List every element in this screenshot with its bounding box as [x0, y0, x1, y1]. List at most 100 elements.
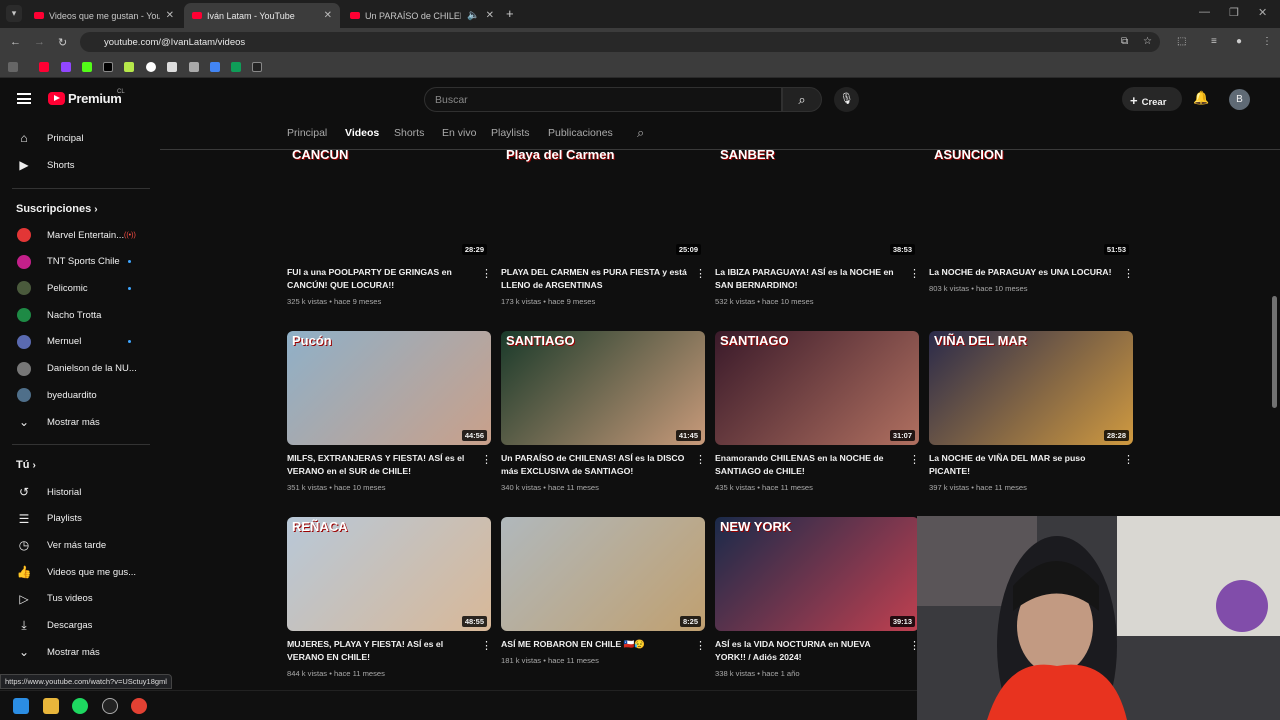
bookmark-docs-icon[interactable]	[210, 62, 220, 72]
video-title[interactable]: MILFS, EXTRANJERAS Y FIESTA! ASÍ es el V…	[287, 452, 473, 478]
you-heading[interactable]: Tú ›	[16, 459, 36, 471]
bookmark-kick-icon[interactable]	[82, 62, 92, 72]
bookmark-google-icon[interactable]	[146, 62, 156, 72]
video-thumbnail[interactable]: Pucón 44:56	[287, 331, 491, 445]
video-title[interactable]: ASÍ ME ROBARON EN CHILE 🇨🇱😥	[501, 638, 687, 651]
bookmark-x-icon[interactable]	[103, 62, 113, 72]
obs-icon[interactable]	[102, 698, 118, 714]
windows-start-icon[interactable]	[13, 698, 29, 714]
sidebar-item-subscription[interactable]: Mernuel	[0, 329, 160, 355]
close-tab-icon[interactable]: ✕	[324, 10, 332, 21]
video-thumbnail[interactable]: ASUNCION 51:53	[929, 150, 1133, 259]
sidebar-item-shorts[interactable]: ▶ Shorts	[0, 152, 160, 178]
video-thumbnail[interactable]: 8:25	[501, 517, 705, 631]
video-title[interactable]: MUJERES, PLAYA Y FIESTA! ASÍ es el VERAN…	[287, 638, 473, 664]
sidebar-item-history[interactable]: ↺ Historial	[0, 479, 160, 505]
bookmark-tiktok-icon[interactable]	[252, 62, 262, 72]
menu-icon[interactable]	[17, 93, 31, 104]
channel-search-icon[interactable]: ⌕	[637, 125, 644, 141]
more-actions-icon[interactable]: ⋮	[695, 453, 706, 466]
video-title[interactable]: ASÍ es la VIDA NOCTURNA en NUEVA YORK!! …	[715, 638, 901, 664]
subscriptions-heading[interactable]: Suscripciones ›	[16, 203, 98, 215]
video-title[interactable]: FUI a una POOLPARTY DE GRINGAS en CANCÚN…	[287, 266, 473, 292]
bookmark-sheets-icon[interactable]	[231, 62, 241, 72]
minimize-icon[interactable]: —	[1199, 6, 1210, 18]
youtube-logo-icon[interactable]	[48, 92, 65, 105]
reload-icon[interactable]: ↻	[58, 36, 67, 49]
video-title[interactable]: Un PARAÍSO de CHILENAS! ASÍ es la DISCO …	[501, 452, 687, 478]
more-actions-icon[interactable]: ⋮	[1123, 267, 1134, 280]
bookmark-twitch-icon[interactable]	[61, 62, 71, 72]
back-icon[interactable]: ←	[10, 36, 21, 48]
video-title[interactable]: Enamorando CHILENAS en la NOCHE de SANTI…	[715, 452, 901, 478]
sidebar-item-play-box[interactable]: ▷ Tus videos	[0, 586, 160, 612]
apps-icon[interactable]	[8, 62, 18, 72]
sidebar-item-clock[interactable]: ◷ Ver más tarde	[0, 532, 160, 558]
forward-icon[interactable]: →	[34, 36, 45, 48]
more-actions-icon[interactable]: ⋮	[695, 267, 706, 280]
video-thumbnail[interactable]: CANCUN 28:29	[287, 150, 491, 259]
tab-publicaciones[interactable]: Publicaciones	[548, 127, 613, 139]
sidebar-item-thumbs-up[interactable]: 👍 Videos que me gus...	[0, 559, 160, 585]
search-button[interactable]: ⌕	[782, 87, 822, 112]
profile-icon[interactable]: ●	[1236, 36, 1242, 47]
bookmark-youtube-icon[interactable]	[39, 62, 49, 72]
speaker-icon[interactable]: 🔈	[467, 10, 479, 21]
close-tab-icon[interactable]: ✕	[486, 10, 494, 21]
video-thumbnail[interactable]: VIÑA DEL MAR 28:28	[929, 331, 1133, 445]
sidebar-item-subscription[interactable]: TNT Sports Chile	[0, 249, 160, 275]
voice-search-button[interactable]: 🎙	[834, 87, 859, 112]
tab-shorts[interactable]: Shorts	[394, 127, 424, 139]
video-title[interactable]: La NOCHE de PARAGUAY es UNA LOCURA!	[929, 266, 1115, 279]
bookmark-star-icon[interactable]: ☆	[1143, 36, 1152, 47]
search-input[interactable]: Buscar	[424, 87, 782, 112]
menu-dots-icon[interactable]: ⋮	[1262, 36, 1272, 47]
sidebar-item-subscription[interactable]: Danielson de la NU...	[0, 356, 160, 382]
close-tab-icon[interactable]: ✕	[166, 10, 174, 21]
video-thumbnail[interactable]: SANTIAGO 31:07	[715, 331, 919, 445]
file-explorer-icon[interactable]	[43, 698, 59, 714]
tab-videos[interactable]: Videos	[345, 127, 379, 139]
tab-list-button[interactable]: ▾	[6, 5, 22, 22]
more-actions-icon[interactable]: ⋮	[481, 453, 492, 466]
more-actions-icon[interactable]: ⋮	[481, 267, 492, 280]
tab-playlists[interactable]: Playlists	[491, 127, 530, 139]
video-thumbnail[interactable]: REÑACA 48:55	[287, 517, 491, 631]
avatar[interactable]: B	[1229, 89, 1250, 110]
more-actions-icon[interactable]: ⋮	[695, 639, 706, 652]
url-field[interactable]: youtube.com/@IvanLatam/videos	[80, 32, 1160, 52]
chrome-icon[interactable]	[131, 698, 147, 714]
sidebar-item-subscription[interactable]: byeduardito	[0, 382, 160, 408]
browser-tab-video[interactable]: Un PARAÍSO de CHILENAS 🔈 ✕	[342, 3, 502, 28]
logo-text[interactable]: Premium	[68, 91, 122, 106]
sidebar-item-playlists[interactable]: ☰ Playlists	[0, 506, 160, 532]
sidebar-item-home[interactable]: ⌂ Principal	[0, 125, 160, 151]
tab-en-vivo[interactable]: En vivo	[442, 127, 476, 139]
close-window-icon[interactable]: ✕	[1258, 6, 1267, 19]
browser-tab-liked[interactable]: Videos que me gustan - YouTube ✕	[26, 3, 182, 28]
cast-icon[interactable]: ⧉	[1121, 36, 1128, 47]
bell-icon[interactable]: 🔔	[1193, 90, 1209, 106]
spotify-icon[interactable]	[72, 698, 88, 714]
video-thumbnail[interactable]: SANBER 38:53	[715, 150, 919, 259]
sidebar-item-subscription[interactable]: Nacho Trotta	[0, 302, 160, 328]
sidebar-item-download[interactable]: ⤓ Descargas	[0, 613, 160, 639]
subs-show-more[interactable]: ⌄ Mostrar más	[0, 409, 160, 435]
sidebar-item-subscription[interactable]: Pelicomic	[0, 275, 160, 301]
bookmark-notion-icon[interactable]	[167, 62, 177, 72]
scrollbar[interactable]	[1272, 296, 1277, 408]
more-actions-icon[interactable]: ⋮	[909, 267, 920, 280]
more-actions-icon[interactable]: ⋮	[481, 639, 492, 652]
video-thumbnail[interactable]: Playa del Carmen 25:09	[501, 150, 705, 259]
bookmark-m-icon[interactable]	[189, 62, 199, 72]
tab-search-icon[interactable]: ≡	[1211, 36, 1217, 47]
video-title[interactable]: La IBIZA PARAGUAYA! ASÍ es la NOCHE en S…	[715, 266, 901, 292]
browser-tab-channel[interactable]: Iván Latam - YouTube ✕	[184, 3, 340, 28]
more-actions-icon[interactable]: ⋮	[909, 453, 920, 466]
bookmark-green-icon[interactable]	[124, 62, 134, 72]
sidebar-item-subscription[interactable]: Marvel Entertain... ((•))	[0, 222, 160, 248]
video-title[interactable]: La NOCHE de VIÑA DEL MAR se puso PICANTE…	[929, 452, 1115, 478]
new-tab-icon[interactable]: +	[506, 6, 514, 21]
tab-principal[interactable]: Principal	[287, 127, 327, 139]
video-thumbnail[interactable]: NEW YORK 39:13	[715, 517, 919, 631]
